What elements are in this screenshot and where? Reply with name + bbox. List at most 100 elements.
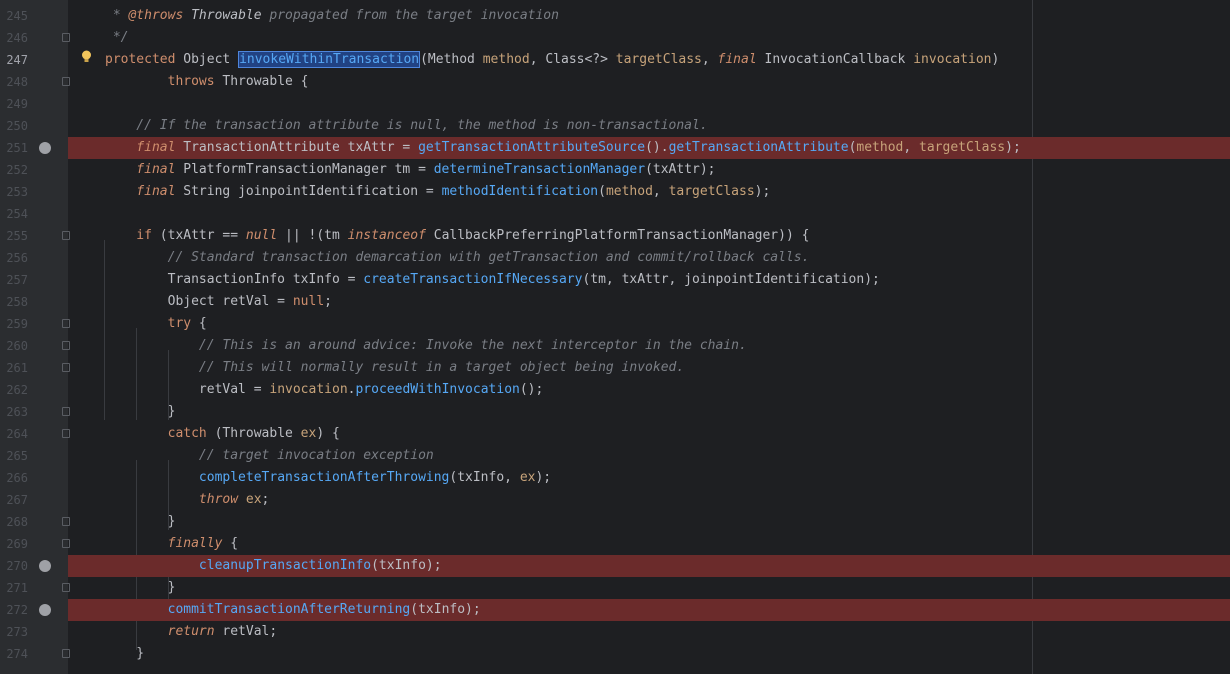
code-line[interactable]: */	[105, 27, 129, 49]
code-line[interactable]: Object retVal = null;	[105, 291, 332, 313]
code-line[interactable]: }	[105, 643, 144, 665]
code-token: commitTransactionAfterReturning	[167, 602, 411, 617]
code-token: (txAttr);	[645, 162, 716, 177]
line-number: 252	[6, 163, 28, 177]
breakpoint-icon[interactable]	[39, 604, 51, 616]
fold-marker-icon[interactable]	[62, 231, 70, 240]
code-line[interactable]: catch (Throwable ex) {	[105, 423, 340, 445]
code-line[interactable]: protected Object invokeWithinTransaction…	[105, 49, 999, 71]
line-number: 272	[6, 603, 28, 617]
code-line[interactable]: * @throws Throwable propagated from the …	[105, 5, 559, 27]
code-token: ex	[300, 426, 317, 441]
line-number: 247	[6, 53, 28, 67]
code-line[interactable]: completeTransactionAfterThrowing(txInfo,…	[105, 467, 551, 489]
code-token: ,	[652, 184, 669, 199]
code-line[interactable]: commitTransactionAfterReturning(txInfo);	[105, 599, 481, 621]
code-token: retVal;	[222, 624, 278, 639]
code-token: , Class<?>	[529, 52, 616, 67]
code-line[interactable]: return retVal;	[105, 621, 278, 643]
code-token: *	[105, 8, 129, 23]
code-token: final	[105, 162, 184, 177]
code-token: method	[605, 184, 653, 199]
fold-marker-icon[interactable]	[62, 77, 70, 86]
code-token: invokeWithinTransaction	[238, 51, 421, 68]
code-line[interactable]: final PlatformTransactionManager tm = de…	[105, 159, 716, 181]
code-token: targetClass	[668, 184, 755, 199]
code-token: InvocationCallback	[764, 52, 914, 67]
breakpoint-icon[interactable]	[39, 560, 51, 572]
code-token: // target invocation exception	[105, 448, 434, 463]
fold-marker-icon[interactable]	[62, 363, 70, 372]
fold-marker-icon[interactable]	[62, 319, 70, 328]
code-line[interactable]: final String joinpointIdentification = m…	[105, 181, 770, 203]
line-number: 261	[6, 361, 28, 375]
code-line[interactable]: // If the transaction attribute is null,…	[105, 115, 708, 137]
code-line[interactable]: // This is an around advice: Invoke the …	[105, 335, 747, 357]
code-line[interactable]: cleanupTransactionInfo(txInfo);	[105, 555, 442, 577]
code-token: (Method	[420, 52, 483, 67]
line-number: 251	[6, 141, 28, 155]
line-number: 264	[6, 427, 28, 441]
code-token: (Throwable	[214, 426, 301, 441]
code-token: final	[105, 184, 184, 199]
line-number: 260	[6, 339, 28, 353]
code-token: methodIdentification	[441, 184, 599, 199]
code-token: createTransactionIfNecessary	[363, 272, 583, 287]
code-line[interactable]: // Standard transaction demarcation with…	[105, 247, 810, 269]
code-token: (txInfo);	[371, 558, 442, 573]
code-line[interactable]: }	[105, 511, 176, 533]
code-token: // If the transaction attribute is null,…	[105, 118, 708, 133]
code-token: Object	[183, 52, 239, 67]
code-token: {	[198, 316, 207, 331]
code-token: targetClass	[919, 140, 1006, 155]
fold-marker-icon[interactable]	[62, 341, 70, 350]
line-number: 262	[6, 383, 28, 397]
code-token: throws	[105, 74, 223, 89]
fold-marker-icon[interactable]	[62, 429, 70, 438]
code-token: propagated from the target invocation	[269, 8, 559, 23]
code-token: ex	[245, 492, 262, 507]
line-number: 253	[6, 185, 28, 199]
line-number: 268	[6, 515, 28, 529]
fold-marker-icon[interactable]	[62, 33, 70, 42]
code-token: ex	[519, 470, 536, 485]
code-token: String joinpointIdentification =	[183, 184, 442, 199]
fold-marker-icon[interactable]	[62, 407, 70, 416]
code-line[interactable]: if (txAttr == null || !(tm instanceof Ca…	[105, 225, 809, 247]
code-line[interactable]: }	[105, 401, 176, 423]
code-token: invocation	[913, 52, 992, 67]
code-token: PlatformTransactionManager tm =	[183, 162, 434, 177]
code-line[interactable]: // target invocation exception	[105, 445, 434, 467]
code-line[interactable]: }	[105, 577, 176, 599]
fold-marker-icon[interactable]	[62, 539, 70, 548]
code-line[interactable]: try {	[105, 313, 207, 335]
breakpoint-icon[interactable]	[39, 142, 51, 154]
code-token: || !(tm	[277, 228, 348, 243]
code-line[interactable]: throws Throwable {	[105, 71, 309, 93]
code-line[interactable]: finally {	[105, 533, 238, 555]
fold-marker-icon[interactable]	[62, 517, 70, 526]
code-token: catch	[105, 426, 215, 441]
code-token: method	[856, 140, 904, 155]
code-line[interactable]: TransactionInfo txInfo = createTransacti…	[105, 269, 880, 291]
code-line[interactable]: retVal = invocation.proceedWithInvocatio…	[105, 379, 543, 401]
code-token: TransactionAttribute txAttr =	[183, 140, 419, 155]
code-line[interactable]: // This will normally result in a target…	[105, 357, 684, 379]
line-number: 263	[6, 405, 28, 419]
code-token: (tm, txAttr, joinpointIdentification);	[582, 272, 880, 287]
code-token: ;	[261, 492, 270, 507]
lightbulb-icon[interactable]	[81, 50, 92, 63]
code-token: Object retVal =	[105, 294, 293, 309]
code-token: // This is an around advice: Invoke the …	[105, 338, 747, 353]
code-token: retVal =	[105, 382, 270, 397]
code-token: cleanupTransactionInfo	[198, 558, 372, 573]
code-line[interactable]: final TransactionAttribute txAttr = getT…	[105, 137, 1020, 159]
fold-marker-icon[interactable]	[62, 583, 70, 592]
fold-marker-icon[interactable]	[62, 649, 70, 658]
code-line[interactable]: throw ex;	[105, 489, 269, 511]
code-token: if	[105, 228, 160, 243]
code-token: ,	[701, 52, 718, 67]
code-token: TransactionInfo txInfo =	[105, 272, 364, 287]
